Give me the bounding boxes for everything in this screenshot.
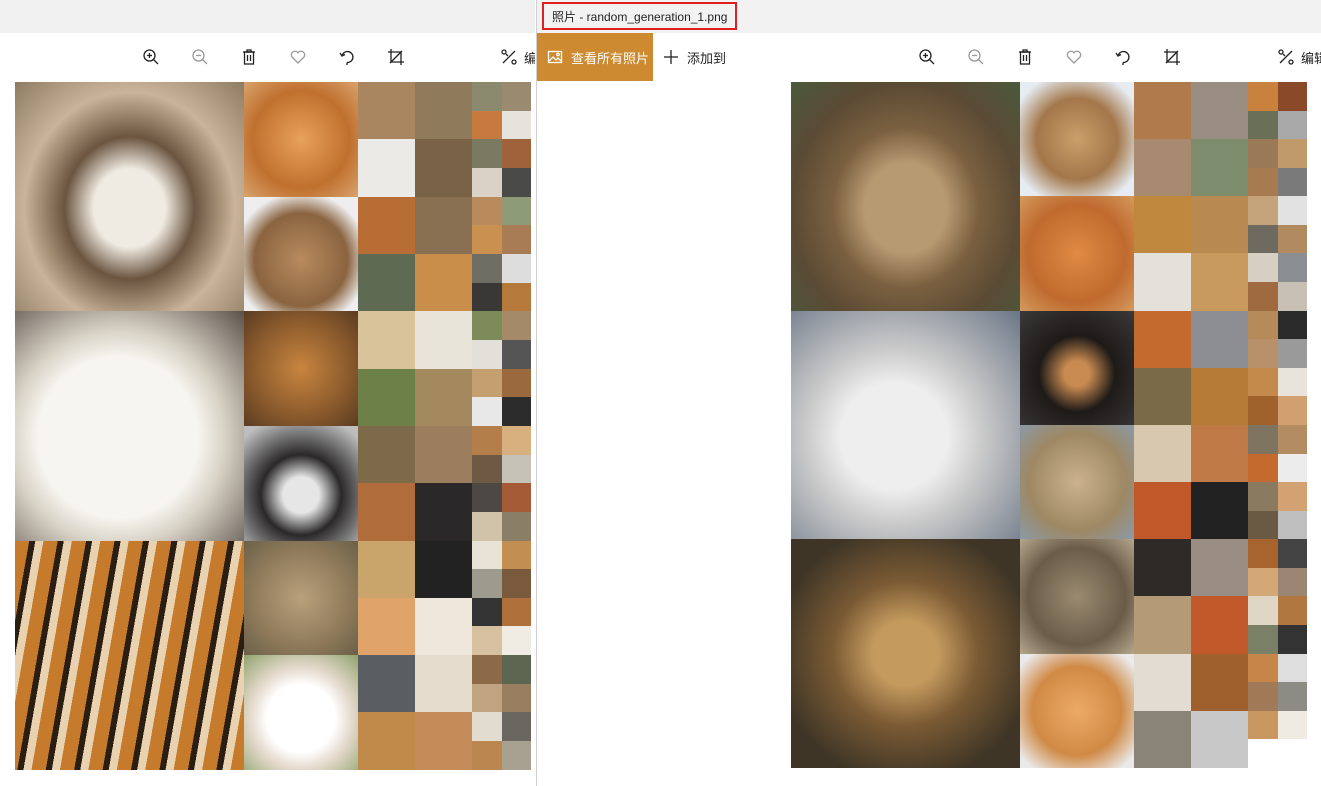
crop-icon[interactable] (1158, 43, 1186, 71)
edit-label: 编 (524, 50, 535, 66)
zoom-out-icon[interactable] (962, 43, 990, 71)
crop-icon[interactable] (382, 43, 410, 71)
left-titlebar[interactable] (0, 0, 535, 33)
tile-cub (1020, 424, 1134, 540)
tile-dog-2 (15, 311, 244, 541)
photo-grid-image (15, 82, 531, 770)
tile-lion-1 (244, 311, 358, 426)
edit-label: 编辑 (1301, 50, 1321, 66)
right-mosaic (791, 82, 1307, 768)
left-photos-window: 编 (0, 0, 535, 786)
heart-icon[interactable] (284, 43, 312, 71)
tile-tiger (15, 540, 244, 770)
zoom-in-icon[interactable] (913, 43, 941, 71)
heart-icon[interactable] (1060, 43, 1088, 71)
trash-icon[interactable] (1011, 43, 1039, 71)
edit-button[interactable]: 编辑 (1277, 43, 1321, 71)
left-toolbar: 编 (0, 33, 535, 81)
right-tiny-tiles (1248, 82, 1307, 768)
left-mosaic (15, 82, 531, 770)
zoom-out-icon[interactable] (186, 43, 214, 71)
tile-black-dog (1020, 310, 1134, 425)
tile-cat-5 (1020, 653, 1134, 768)
tile-dog-1 (15, 82, 244, 312)
right-small-tiles (1134, 82, 1248, 768)
tile-cat-1 (244, 82, 358, 197)
tile-cat-3 (1020, 196, 1134, 311)
right-photos-window: 照片 - random_generation_1.png 查看所有照片 添加到 … (536, 0, 1321, 786)
edit-icon (1278, 49, 1294, 65)
left-tiny-tiles (472, 82, 531, 770)
trash-icon[interactable] (235, 43, 263, 71)
tile-lioness (244, 540, 358, 656)
photo-grid-image (791, 82, 1307, 768)
tile-dog-4 (244, 655, 358, 770)
tile-white-dog (791, 310, 1020, 540)
rotate-icon[interactable] (333, 43, 361, 71)
window-title: 照片 - random_generation_1.png (542, 2, 738, 30)
tile-fox-1 (1020, 82, 1134, 197)
right-toolbar: 编辑 (537, 33, 1321, 81)
rotate-icon[interactable] (1109, 43, 1137, 71)
tile-dog-3 (244, 196, 358, 312)
tile-cat-2 (244, 425, 358, 541)
zoom-in-icon[interactable] (137, 43, 165, 71)
tile-leopard (791, 539, 1020, 768)
left-small-tiles (358, 82, 472, 770)
tile-cat-4 (1020, 539, 1134, 654)
tile-lion-2 (791, 82, 1020, 311)
edit-button[interactable]: 编 (500, 43, 535, 71)
right-titlebar[interactable]: 照片 - random_generation_1.png (537, 0, 1321, 33)
edit-icon (501, 49, 517, 65)
